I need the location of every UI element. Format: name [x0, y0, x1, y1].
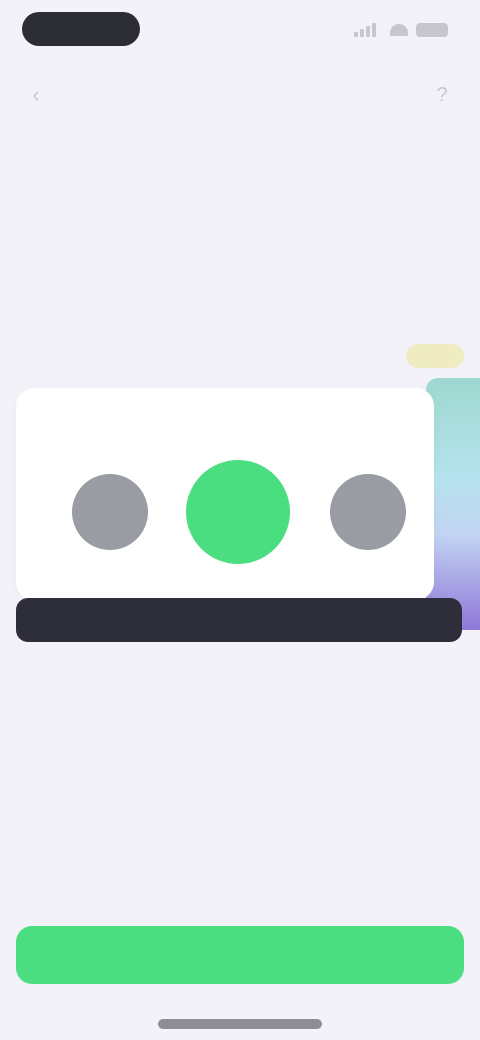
primary-action-button[interactable]	[16, 926, 464, 984]
back-arrow-icon[interactable]: ‹	[18, 80, 54, 110]
screen: ‹ ?	[0, 0, 480, 1040]
info-banner	[16, 598, 462, 642]
home-indicator[interactable]	[158, 1019, 322, 1029]
avatar-left[interactable]	[72, 474, 148, 550]
signal-icon	[354, 23, 382, 37]
status-time	[22, 12, 140, 46]
status-bar	[0, 0, 480, 60]
section-label	[16, 344, 226, 368]
avatar-selected[interactable]	[186, 460, 290, 564]
avatar-right[interactable]	[330, 474, 406, 550]
tag-chip[interactable]	[406, 344, 464, 368]
color-swatch-strip[interactable]	[426, 378, 480, 630]
wifi-icon	[390, 24, 408, 36]
help-icon[interactable]: ?	[426, 80, 458, 110]
navigation-bar: ‹ ?	[0, 70, 480, 120]
nav-title	[180, 84, 300, 106]
selection-card	[16, 388, 434, 600]
battery-icon	[416, 23, 448, 37]
status-icons	[354, 20, 448, 40]
caption-text	[180, 670, 300, 690]
